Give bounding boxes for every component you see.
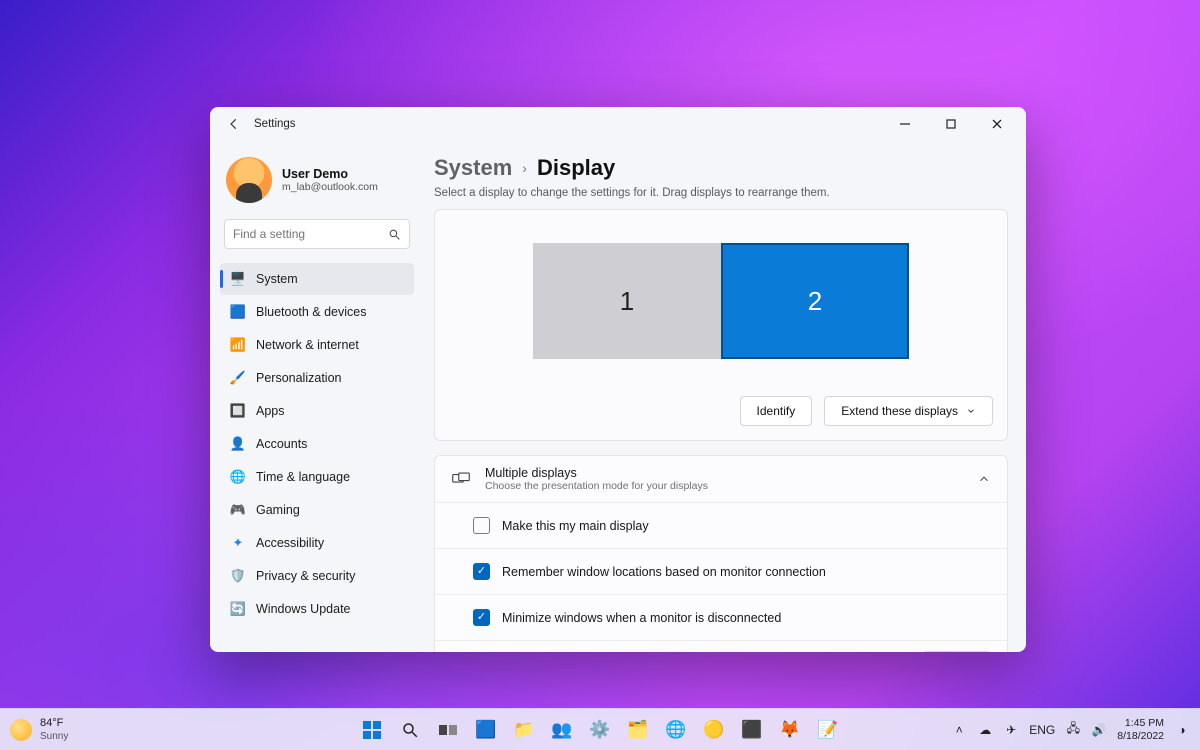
minimize-icon: [900, 119, 910, 129]
globe-icon: 🌐: [230, 469, 246, 485]
apps-icon: 🔲: [230, 403, 246, 419]
maximize-icon: [946, 119, 956, 129]
sidebar-item-time[interactable]: 🌐Time & language: [220, 461, 414, 493]
accessibility-icon: ✦: [230, 535, 246, 551]
brush-icon: 🖌️: [230, 370, 246, 386]
sidebar-item-accessibility[interactable]: ✦Accessibility: [220, 527, 414, 559]
person-icon: 👤: [230, 436, 246, 452]
sidebar-item-apps[interactable]: 🔲Apps: [220, 395, 414, 427]
arrow-left-icon: [227, 117, 241, 131]
start-button[interactable]: [355, 713, 389, 747]
tray-clock[interactable]: 1:45 PM 8/18/2022: [1117, 717, 1164, 741]
identify-button[interactable]: Identify: [740, 396, 813, 426]
checkbox[interactable]: [473, 563, 490, 580]
profile-email: m_lab@outlook.com: [282, 181, 378, 193]
profile-name: User Demo: [282, 167, 378, 181]
displays-icon: [451, 472, 471, 486]
content-pane: System › Display Select a display to cha…: [420, 141, 1026, 652]
taskbar-chrome[interactable]: 🟡: [697, 713, 731, 747]
detect-button[interactable]: Detect: [922, 651, 991, 652]
avatar: [226, 157, 272, 203]
extend-dropdown[interactable]: Extend these displays: [824, 396, 993, 426]
profile-block[interactable]: User Demo m_lab@outlook.com: [220, 149, 414, 211]
opt-minimize-disconnect[interactable]: Minimize windows when a monitor is disco…: [435, 594, 1007, 640]
taskbar-terminal[interactable]: ⬛: [735, 713, 769, 747]
sidebar-item-personalization[interactable]: 🖌️Personalization: [220, 362, 414, 394]
tray-onedrive-icon[interactable]: ☁: [977, 723, 993, 737]
search-box[interactable]: [224, 219, 410, 249]
checkbox[interactable]: [473, 517, 490, 534]
close-button[interactable]: [974, 109, 1020, 139]
sidebar-item-update[interactable]: 🔄Windows Update: [220, 593, 414, 625]
nav-list: 🖥️System 🟦Bluetooth & devices 📶Network &…: [220, 263, 414, 625]
monitor-1[interactable]: 1: [533, 243, 721, 359]
breadcrumb-parent[interactable]: System: [434, 155, 512, 181]
shield-icon: 🛡️: [230, 568, 246, 584]
bluetooth-icon: 🟦: [230, 304, 246, 320]
sidebar-item-bluetooth[interactable]: 🟦Bluetooth & devices: [220, 296, 414, 328]
multiple-displays-header[interactable]: Multiple displays Choose the presentatio…: [435, 456, 1007, 502]
taskbar-edge[interactable]: 🌐: [659, 713, 693, 747]
weather-sun-icon: [10, 719, 32, 741]
maximize-button[interactable]: [928, 109, 974, 139]
chevron-down-icon: [966, 406, 976, 416]
chevron-right-icon: ›: [522, 160, 527, 176]
tray-network-icon[interactable]: 🖧: [1065, 719, 1081, 740]
monitor-2[interactable]: 2: [721, 243, 909, 359]
close-icon: [992, 119, 1002, 129]
taskbar-explorer[interactable]: 📁: [507, 713, 541, 747]
search-icon: [388, 228, 401, 241]
sidebar-item-gaming[interactable]: 🎮Gaming: [220, 494, 414, 526]
sidebar-item-privacy[interactable]: 🛡️Privacy & security: [220, 560, 414, 592]
sidebar-item-accounts[interactable]: 👤Accounts: [220, 428, 414, 460]
taskbar: 84°FSunny 🟦 📁 👥 ⚙️ 🗂️ 🌐 🟡 ⬛ 🦊 📝 ˄ ☁ ✈ EN…: [0, 708, 1200, 750]
update-icon: 🔄: [230, 601, 246, 617]
tray-lang[interactable]: ENG: [1029, 723, 1055, 737]
detect-row: Detect other display Detect: [435, 640, 1007, 652]
tray-send-icon[interactable]: ✈: [1003, 723, 1019, 737]
settings-window: Settings User Demo m_lab@outlook.com 🖥️S…: [210, 107, 1026, 652]
multiple-displays-card: Multiple displays Choose the presentatio…: [434, 455, 1008, 652]
system-tray: ˄ ☁ ✈ ENG 🖧 🔊 1:45 PM 8/18/2022 ◑: [951, 717, 1190, 741]
taskbar-center: 🟦 📁 👥 ⚙️ 🗂️ 🌐 🟡 ⬛ 🦊 📝: [355, 713, 845, 747]
taskbar-people[interactable]: 👥: [545, 713, 579, 747]
taskbar-notes[interactable]: 📝: [811, 713, 845, 747]
monitor-canvas[interactable]: 1 2: [449, 232, 993, 370]
tray-chevron-icon[interactable]: ˄: [951, 723, 967, 737]
taskbar-widgets[interactable]: 🟦: [469, 713, 503, 747]
breadcrumb: System › Display: [434, 155, 1008, 181]
gamepad-icon: 🎮: [230, 502, 246, 518]
page-title: Display: [537, 155, 615, 181]
taskbar-firefox[interactable]: 🦊: [773, 713, 807, 747]
tray-notifications-icon[interactable]: ◑: [1174, 723, 1190, 737]
taskbar-taskview[interactable]: [431, 713, 465, 747]
wifi-icon: 📶: [230, 337, 246, 353]
opt-remember-locations[interactable]: Remember window locations based on monit…: [435, 548, 1007, 594]
titlebar: Settings: [210, 107, 1026, 141]
sidebar: User Demo m_lab@outlook.com 🖥️System 🟦Bl…: [210, 141, 420, 652]
taskbar-search[interactable]: [393, 713, 427, 747]
chevron-up-icon: [977, 472, 991, 486]
sidebar-item-system[interactable]: 🖥️System: [220, 263, 414, 295]
system-icon: 🖥️: [230, 271, 246, 287]
search-input[interactable]: [233, 227, 388, 241]
taskbar-settings[interactable]: ⚙️: [583, 713, 617, 747]
tray-volume-icon[interactable]: 🔊: [1091, 723, 1107, 737]
taskbar-weather[interactable]: 84°FSunny: [10, 717, 68, 741]
display-arrange-panel: 1 2 Identify Extend these displays: [434, 209, 1008, 441]
window-title: Settings: [254, 118, 296, 130]
sidebar-item-network[interactable]: 📶Network & internet: [220, 329, 414, 361]
checkbox[interactable]: [473, 609, 490, 626]
taskbar-files[interactable]: 🗂️: [621, 713, 655, 747]
back-button[interactable]: [220, 110, 248, 138]
arrange-hint: Select a display to change the settings …: [434, 187, 1008, 199]
minimize-button[interactable]: [882, 109, 928, 139]
opt-main-display[interactable]: Make this my main display: [435, 502, 1007, 548]
